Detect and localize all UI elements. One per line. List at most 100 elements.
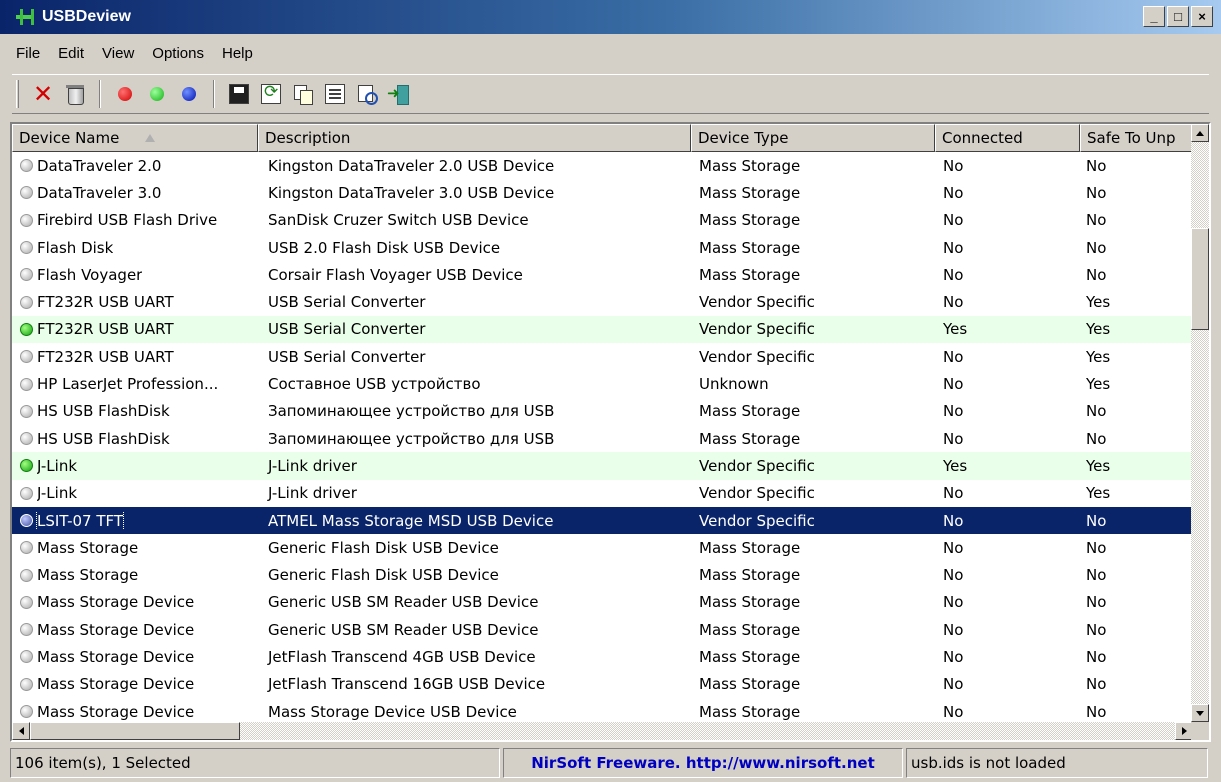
cell-device-name: HP LaserJet Profession... [12,375,258,393]
cell-device-type: Mass Storage [699,566,801,585]
cell-device-name: Mass Storage Device [12,648,258,666]
scroll-up-button[interactable] [1191,124,1209,142]
column-label: Connected [942,129,1023,147]
table-row[interactable]: Mass Storage Device JetFlash Transcend 4G… [12,643,1193,670]
cell-description: Generic Flash Disk USB Device [268,538,499,557]
column-label: Description [265,129,351,147]
device-name-text: Mass Storage [37,538,139,557]
column-description[interactable]: Description [258,124,691,152]
find-button[interactable] [353,80,381,108]
menu-edit[interactable]: Edit [49,43,93,64]
horizontal-scroll-thumb[interactable] [30,722,240,740]
trash-button[interactable] [61,80,89,108]
vertical-scroll-thumb[interactable] [1191,228,1209,330]
connected-dot-icon [20,322,33,336]
cell-device-name: Mass Storage Device [12,675,258,693]
close-button[interactable]: × [1191,6,1213,27]
table-row[interactable]: Mass Storage Device Generic USB SM Reader… [12,616,1193,643]
cell-connected: No [943,402,964,421]
cell-description: Generic USB SM Reader USB Device [268,593,539,612]
enable-device-button[interactable] [143,80,171,108]
table-row[interactable]: DataTraveler 3.0 Kingston DataTraveler 3.… [12,179,1193,206]
table-row[interactable]: Flash Disk USB 2.0 Flash Disk USB Device M… [12,234,1193,261]
column-label: Device Type [698,129,789,147]
table-row[interactable]: DataTraveler 2.0 Kingston DataTraveler 2.… [12,152,1193,179]
nirsoft-link[interactable]: NirSoft Freeware. http://www.nirsoft.net [503,748,903,778]
blue-dot-icon [182,87,196,101]
arrow-up-icon [1196,130,1204,136]
minimize-button[interactable]: _ [1143,6,1165,27]
cell-connected: Yes [943,456,968,475]
table-row[interactable]: LSIT-07 TFT ATMEL Mass Storage MSD USB De… [12,506,1193,535]
menu-file[interactable]: File [10,43,49,64]
cell-device-name: Firebird USB Flash Drive [12,211,258,229]
cell-device-name: Mass Storage Device [12,593,258,611]
disable-device-button[interactable] [111,80,139,108]
device-name-text: Mass Storage Device [37,593,195,612]
column-connected[interactable]: Connected [935,124,1080,152]
vertical-scrollbar[interactable] [1191,124,1209,722]
cell-description: Kingston DataTraveler 2.0 USB Device [268,156,555,175]
scrollbar-corner [1191,722,1209,740]
title-bar[interactable]: USBDeview _ □ × [0,0,1221,34]
uninstall-button[interactable]: ✕ [29,80,57,108]
table-row[interactable]: Mass Storage Device JetFlash Transcend 16… [12,671,1193,698]
menu-options[interactable]: Options [143,43,213,64]
exit-button[interactable] [385,80,413,108]
toolbar-grip[interactable] [16,80,19,108]
table-row[interactable]: Firebird USB Flash Drive SanDisk Cruzer S… [12,207,1193,234]
cell-description: USB Serial Converter [268,293,426,312]
table-row[interactable]: FT232R USB UART USB Serial Converter Vendo… [12,288,1193,315]
cell-description: Mass Storage Device USB Device [268,702,517,721]
cell-connected: No [943,156,964,175]
cell-device-type: Mass Storage [699,538,801,557]
scroll-down-button[interactable] [1191,704,1209,722]
cell-safe-to-unplug: No [1086,593,1107,612]
maximize-button[interactable]: □ [1167,6,1189,27]
table-row[interactable]: Mass Storage Generic Flash Disk USB Devic… [12,534,1193,561]
device-name-text: Mass Storage [37,566,139,585]
cell-device-type: Vendor Specific [699,484,815,503]
refresh-button[interactable] [257,80,285,108]
horizontal-scrollbar[interactable] [12,722,1193,740]
cell-safe-to-unplug: Yes [1086,320,1111,339]
disconnected-dot-icon [20,432,33,446]
menu-bar: File Edit View Options Help [0,40,262,66]
table-row[interactable]: HS USB FlashDisk Запоминающее устройство … [12,425,1193,452]
cell-safe-to-unplug: Yes [1086,484,1111,503]
cell-description: USB Serial Converter [268,347,426,366]
table-row[interactable]: Mass Storage Generic Flash Disk USB Devic… [12,561,1193,588]
scroll-left-button[interactable] [12,722,30,740]
cell-description: Corsair Flash Voyager USB Device [268,265,523,284]
disconnected-dot-icon [20,241,33,255]
column-device-name[interactable]: Device Name [12,124,258,152]
table-row[interactable]: HS USB FlashDisk Запоминающее устройство … [12,398,1193,425]
table-row[interactable]: HP LaserJet Profession... Составное USB у… [12,370,1193,397]
menu-help[interactable]: Help [213,43,262,64]
cell-description: ATMEL Mass Storage MSD USB Device [268,511,554,530]
table-row[interactable]: FT232R USB UART USB Serial Converter Vendo… [12,315,1193,344]
table-row[interactable]: J-Link J-Link driver Vendor Specific No Yes [12,480,1193,507]
cell-connected: No [943,538,964,557]
disable-enable-button[interactable] [175,80,203,108]
table-row[interactable]: J-Link J-Link driver Vendor Specific Yes Yes [12,452,1193,480]
column-safe-to-unplug[interactable]: Safe To Unp [1080,124,1193,152]
table-row[interactable]: Mass Storage Device Generic USB SM Reader… [12,589,1193,616]
properties-button[interactable] [321,80,349,108]
menu-view[interactable]: View [93,43,143,64]
cell-device-name: DataTraveler 2.0 [12,157,258,175]
device-list[interactable]: Device Name Description Device Type Conn… [10,122,1211,742]
column-device-type[interactable]: Device Type [691,124,935,152]
cell-device-type: Mass Storage [699,429,801,448]
device-name-text: FT232R USB UART [37,320,174,339]
device-name-text: HS USB FlashDisk [37,429,170,448]
table-row[interactable]: Flash Voyager Corsair Flash Voyager USB D… [12,261,1193,288]
green-dot-icon [150,87,164,101]
copy-button[interactable] [289,80,317,108]
cell-device-name: DataTraveler 3.0 [12,184,258,202]
save-button[interactable] [225,80,253,108]
disconnected-dot-icon [20,486,33,500]
disconnected-dot-icon [20,623,33,637]
table-row[interactable]: FT232R USB UART USB Serial Converter Vendo… [12,343,1193,370]
cell-device-type: Mass Storage [699,211,801,230]
